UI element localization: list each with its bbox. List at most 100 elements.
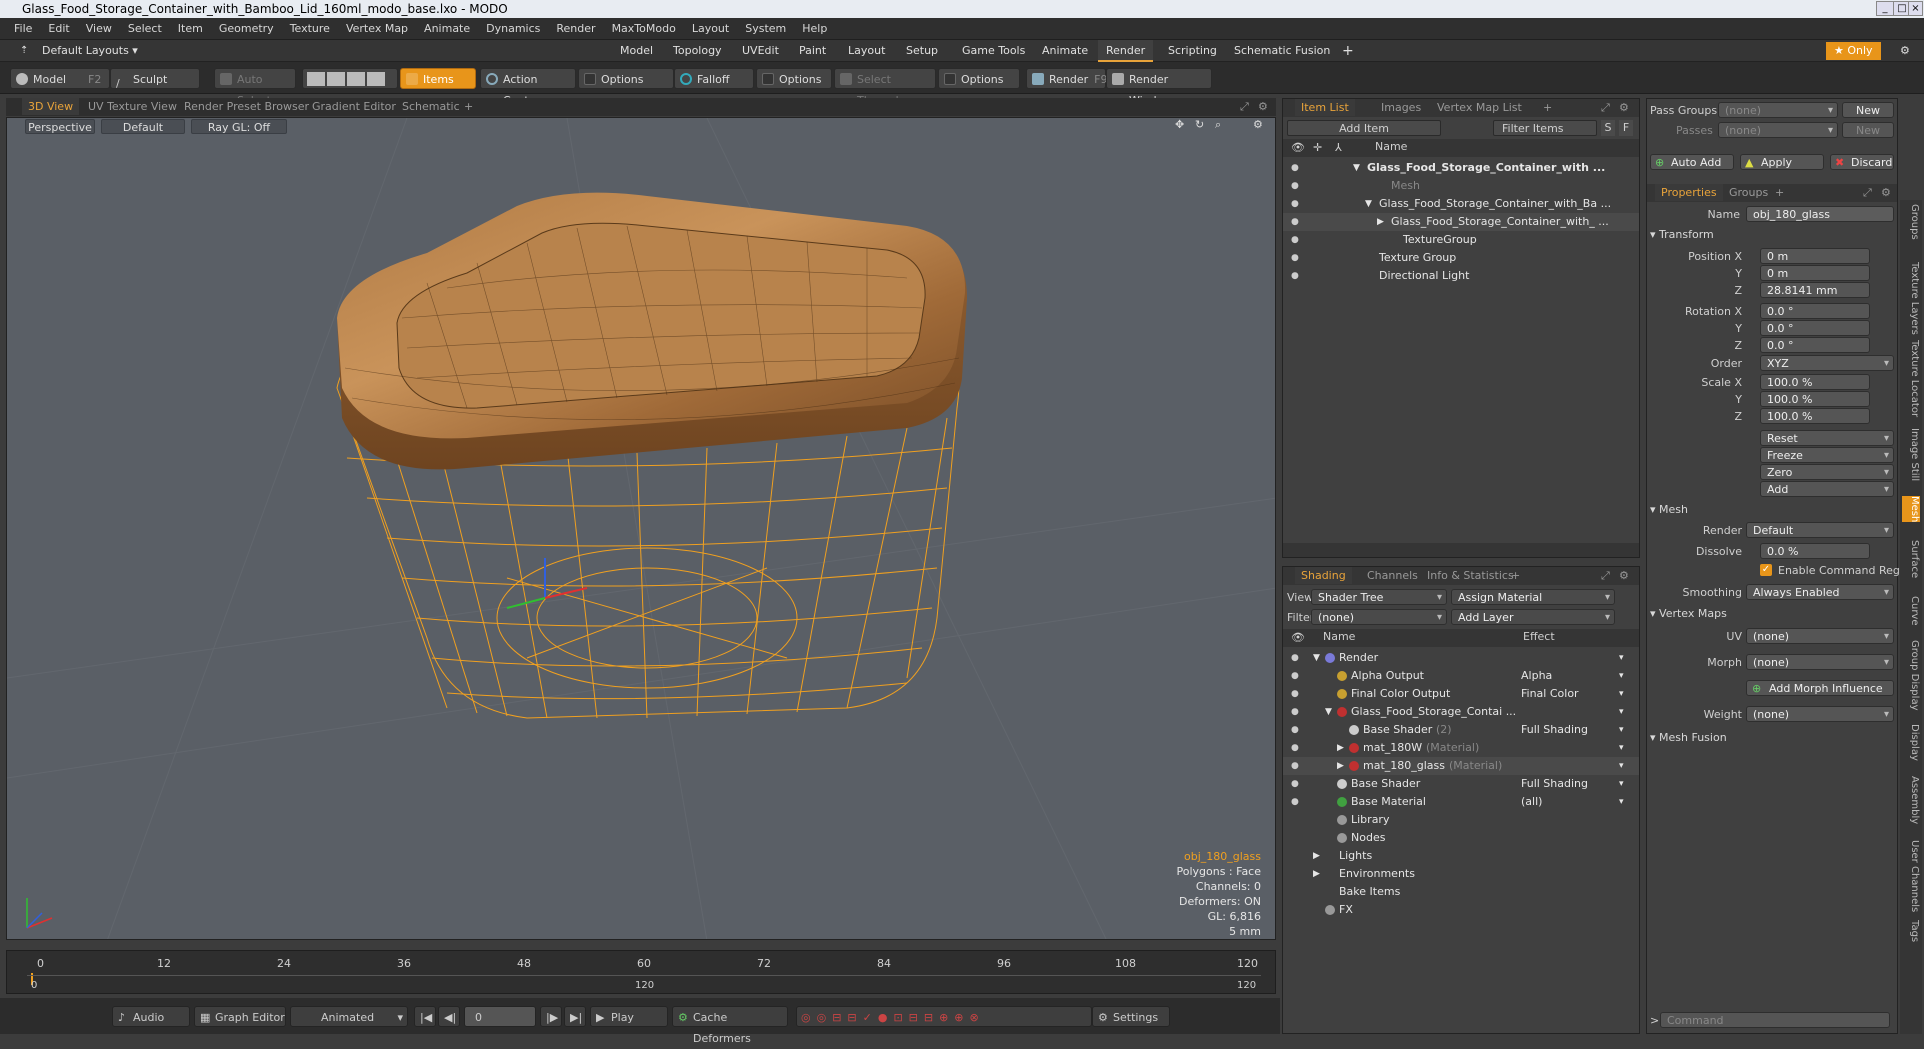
- tab-gradient-editor[interactable]: Gradient Editor: [306, 98, 402, 115]
- menu-file[interactable]: File: [0, 18, 40, 40]
- menu-geometry[interactable]: Geometry: [211, 18, 282, 40]
- layer-effect[interactable]: Full Shading: [1521, 721, 1621, 739]
- position-x-field[interactable]: 0 m: [1760, 248, 1870, 264]
- visibility-eye-icon[interactable]: ●: [1291, 703, 1303, 717]
- expand-arrow-icon[interactable]: ▶: [1313, 865, 1320, 883]
- side-tab-texture-layers[interactable]: Texture Layers: [1902, 262, 1920, 335]
- menu-help[interactable]: Help: [794, 18, 835, 40]
- tab-3d-view[interactable]: 3D View: [22, 98, 80, 115]
- minimize-icon[interactable]: _: [1876, 1, 1894, 16]
- visibility-eye-icon[interactable]: ●: [1291, 685, 1303, 699]
- panel-gear-icon[interactable]: ⚙: [1613, 99, 1635, 116]
- audio-button[interactable]: ♪ Audio: [112, 1006, 190, 1027]
- visibility-eye-icon[interactable]: ●: [1291, 267, 1303, 281]
- command-input[interactable]: Command: [1660, 1012, 1890, 1028]
- side-tab-curve[interactable]: Curve: [1902, 596, 1920, 626]
- panel-gear-icon[interactable]: ⚙: [1875, 184, 1897, 201]
- item-list-row[interactable]: ● Texture Group: [1283, 249, 1639, 267]
- key-tools-group[interactable]: ◎◎⊟⊟✓●⊡⊟⊟⊕⊕⊗: [796, 1006, 1092, 1027]
- tab-schematic[interactable]: Schematic: [396, 98, 466, 115]
- zoom-icon[interactable]: ⌕: [1215, 118, 1221, 132]
- chevron-down-icon[interactable]: ▾: [1619, 703, 1624, 721]
- visibility-eye-icon[interactable]: ●: [1291, 159, 1303, 173]
- assign-material-dropdown[interactable]: Assign Material: [1451, 589, 1615, 606]
- layout-tab-schematic-fusion[interactable]: Schematic Fusion: [1226, 40, 1338, 62]
- tab-uv-texture-view[interactable]: UV Texture View: [82, 98, 183, 115]
- side-tab-texture-locator[interactable]: Texture Locator: [1902, 340, 1920, 417]
- sculpt-mode-button[interactable]: / Sculpt: [110, 68, 200, 90]
- items-mode-button[interactable]: Items: [400, 68, 476, 89]
- side-tab-surface[interactable]: Surface: [1902, 540, 1920, 578]
- expand-arrow-icon[interactable]: ▼: [1325, 703, 1332, 721]
- panel-gear-icon[interactable]: ⚙: [1613, 567, 1635, 584]
- dissolve-field[interactable]: 0.0 %: [1760, 543, 1870, 559]
- expand-arrow-icon[interactable]: ▶: [1337, 739, 1344, 757]
- morph-dropdown[interactable]: (none): [1746, 654, 1894, 671]
- item-list-row[interactable]: ● TextureGroup: [1283, 231, 1639, 249]
- side-tab-mesh[interactable]: Mesh: [1902, 496, 1920, 523]
- go-to-end-button[interactable]: ▶|: [564, 1006, 586, 1027]
- menu-dynamics[interactable]: Dynamics: [478, 18, 548, 40]
- default-layouts-dropdown[interactable]: Default Layouts ▾: [34, 40, 146, 62]
- go-to-start-button[interactable]: |◀: [414, 1006, 436, 1027]
- menu-edit[interactable]: Edit: [40, 18, 77, 40]
- reset-dropdown[interactable]: Reset: [1760, 430, 1894, 447]
- tab-groups[interactable]: Groups: [1723, 184, 1774, 201]
- layer-effect[interactable]: (all): [1521, 793, 1621, 811]
- menu-render[interactable]: Render: [548, 18, 603, 40]
- freeze-dropdown[interactable]: Freeze: [1760, 447, 1894, 464]
- chevron-down-icon[interactable]: ▾: [1619, 667, 1624, 685]
- pan-icon[interactable]: ✥: [1175, 118, 1184, 131]
- shader-tree-row[interactable]: FX: [1283, 901, 1639, 919]
- rotation-y-field[interactable]: 0.0 °: [1760, 320, 1870, 336]
- layer-effect[interactable]: Final Color: [1521, 685, 1621, 703]
- item-list-row[interactable]: ● Mesh: [1283, 177, 1639, 195]
- falloff-button[interactable]: Falloff: [674, 68, 754, 89]
- polygons-mode-icon[interactable]: [347, 72, 365, 86]
- render-window-button[interactable]: Render Window: [1106, 68, 1212, 107]
- add-tab-icon[interactable]: +: [1505, 567, 1526, 584]
- side-tab-user-channels[interactable]: User Channels: [1902, 840, 1920, 912]
- item-list-scrollbar[interactable]: [1283, 543, 1639, 557]
- layout-tab-topology[interactable]: Topology: [665, 40, 730, 62]
- chevron-down-icon[interactable]: ▾: [1619, 739, 1624, 757]
- menu-maxtomodo[interactable]: MaxToModo: [604, 18, 684, 40]
- filter-f-button[interactable]: F: [1619, 120, 1633, 136]
- layout-tab-model[interactable]: Model: [612, 40, 661, 62]
- timeline[interactable]: 0 12 24 36 48 60 72 84 96 108 120 0 120 …: [6, 950, 1276, 994]
- step-back-button[interactable]: ◀|: [438, 1006, 460, 1027]
- visibility-eye-icon[interactable]: ●: [1291, 775, 1303, 789]
- play-button[interactable]: ▶ Play: [590, 1006, 668, 1027]
- tab-shading[interactable]: Shading: [1295, 567, 1352, 584]
- zero-dropdown[interactable]: Zero: [1760, 464, 1894, 481]
- vertex-maps-section[interactable]: ▾ Vertex Maps: [1650, 607, 1727, 620]
- tab-properties[interactable]: Properties: [1655, 184, 1723, 201]
- rotation-x-field[interactable]: 0.0 °: [1760, 303, 1870, 319]
- position-y-field[interactable]: 0 m: [1760, 265, 1870, 281]
- render-button[interactable]: Render F9: [1026, 68, 1108, 89]
- add-layout-icon[interactable]: +: [1334, 40, 1362, 62]
- frame-field[interactable]: 0: [464, 1006, 536, 1027]
- enable-command-checkbox[interactable]: ✓: [1760, 564, 1772, 576]
- close-icon[interactable]: ×: [1908, 1, 1923, 16]
- settings-button[interactable]: ⚙ Settings: [1092, 1006, 1170, 1027]
- layer-effect[interactable]: Full Shading: [1521, 775, 1621, 793]
- side-tab-tags[interactable]: Tags: [1902, 920, 1920, 942]
- uv-dropdown[interactable]: (none): [1746, 628, 1894, 645]
- panel-gear-icon[interactable]: ⚙: [1252, 98, 1274, 115]
- scale-z-field[interactable]: 100.0 %: [1760, 408, 1870, 424]
- add-viewport-tab-icon[interactable]: +: [458, 98, 479, 115]
- side-tab-assembly[interactable]: Assembly: [1902, 776, 1920, 824]
- action-center-options-button[interactable]: Options: [578, 68, 674, 89]
- add-dropdown[interactable]: Add: [1760, 481, 1894, 498]
- select-through-button[interactable]: Select Through: [834, 68, 936, 107]
- action-center-button[interactable]: Action Center: [480, 68, 576, 107]
- step-forward-button[interactable]: |▶: [540, 1006, 562, 1027]
- side-tab-group-display[interactable]: Group Display: [1902, 640, 1920, 710]
- position-z-field[interactable]: 28.8141 mm: [1760, 282, 1870, 298]
- shader-tree-row[interactable]: ● ▶ mat_180W (Material) ▾: [1283, 739, 1639, 757]
- shader-tree-row[interactable]: ▶ Lights: [1283, 847, 1639, 865]
- side-tab-display[interactable]: Display: [1902, 724, 1920, 761]
- filter-dropdown[interactable]: (none): [1311, 609, 1447, 626]
- name-field[interactable]: obj_180_glass: [1746, 206, 1894, 222]
